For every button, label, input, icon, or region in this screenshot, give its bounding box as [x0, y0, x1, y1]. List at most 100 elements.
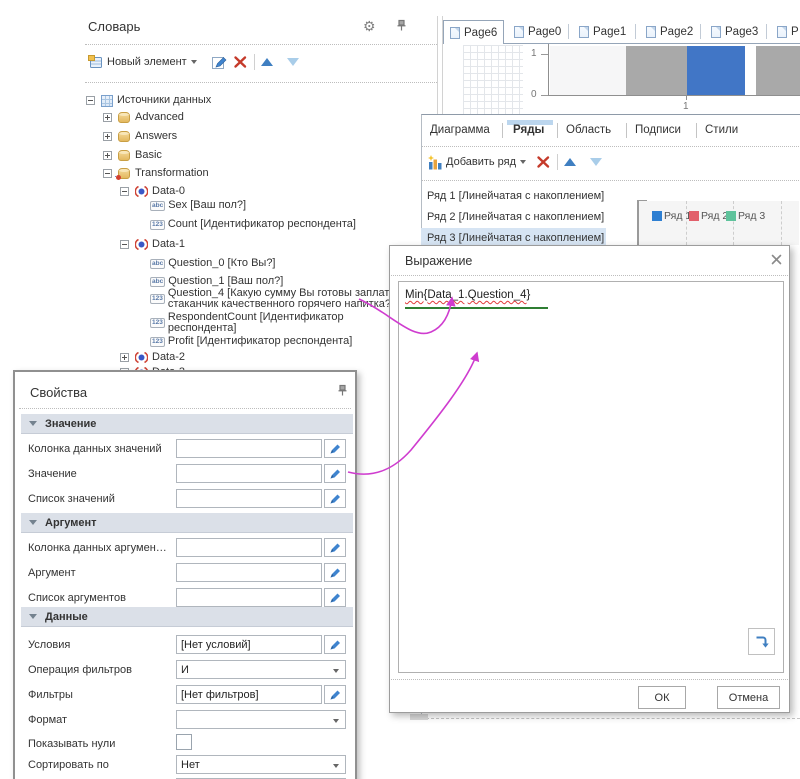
argument-input[interactable] — [176, 563, 322, 582]
database-icon — [118, 112, 130, 123]
tab-page0[interactable]: Page0 — [508, 20, 567, 43]
collapse-icon[interactable] — [103, 169, 112, 178]
value-list-input[interactable] — [176, 489, 322, 508]
tab-diagram[interactable]: Диаграмма — [430, 124, 490, 136]
new-element-icon — [88, 55, 103, 69]
tree-item-sex[interactable]: Sex [Ваш пол?] — [150, 198, 246, 213]
tree-item-transformation[interactable]: Transformation — [118, 166, 209, 181]
sort-by-select[interactable]: Нет — [176, 755, 346, 774]
tree-item-data0[interactable]: Data-0 — [135, 184, 185, 199]
conditions-input[interactable]: [Нет условий] — [176, 635, 322, 654]
legend-item: Ряд 1 — [652, 210, 691, 222]
tab-labels[interactable]: Подписи — [635, 124, 681, 136]
section-header-label: Данные — [45, 611, 88, 623]
chart-fragment[interactable]: 1 0 1 — [525, 44, 800, 114]
edit-expression-button[interactable] — [324, 685, 346, 704]
section-header-value[interactable]: Значение — [21, 414, 353, 434]
prop-label: Показывать нули — [28, 738, 115, 750]
collapse-icon[interactable] — [120, 187, 129, 196]
divider — [19, 408, 351, 409]
tab-styles[interactable]: Стили — [705, 124, 738, 136]
tree-item-basic[interactable]: Basic — [118, 148, 162, 163]
scrollbar-thumb[interactable] — [410, 714, 428, 720]
edit-expression-button[interactable] — [324, 489, 346, 508]
legend-item: Ряд 3 — [726, 210, 765, 222]
tab-series[interactable]: Ряды — [513, 124, 544, 136]
series-list-item[interactable]: Ряд 2 [Линейчатая с накоплением] — [421, 207, 606, 227]
prop-label: Формат — [28, 714, 67, 726]
tree-item-data-sources[interactable]: Источники данных — [101, 93, 211, 108]
tree-item-respondentcount[interactable]: RespondentCount [Идентификатор респонден… — [150, 311, 383, 335]
delete-button[interactable] — [233, 55, 248, 69]
legend-label: Ряд 1 — [664, 210, 691, 222]
filters-input[interactable]: [Нет фильтров] — [176, 685, 322, 704]
section-header-argument[interactable]: Аргумент — [21, 513, 353, 533]
divider — [85, 82, 437, 83]
divider — [391, 275, 788, 276]
tab-separator — [700, 24, 701, 39]
tab-page3[interactable]: Page3 — [705, 20, 764, 43]
tab-page-next[interactable]: P — [771, 20, 800, 43]
format-select[interactable] — [176, 710, 346, 729]
edit-expression-button[interactable] — [324, 563, 346, 582]
number-column-icon — [150, 318, 165, 328]
section-header-data[interactable]: Данные — [21, 607, 353, 627]
tree-item-answers[interactable]: Answers — [118, 129, 177, 144]
collapse-icon[interactable] — [86, 96, 95, 105]
tab-page1[interactable]: Page1 — [573, 20, 632, 43]
ok-button[interactable]: ОК — [638, 686, 686, 709]
tab-separator — [557, 123, 558, 138]
properties-panel-title: Свойства — [30, 385, 87, 400]
show-zeros-checkbox[interactable] — [176, 734, 192, 750]
edit-expression-button[interactable] — [324, 635, 346, 654]
argument-list-input[interactable] — [176, 588, 322, 607]
gear-icon[interactable]: ⚙ — [363, 18, 376, 35]
expand-icon[interactable] — [103, 151, 112, 160]
expand-icon[interactable] — [103, 132, 112, 141]
tree-item-data1[interactable]: Data-1 — [135, 237, 185, 252]
pin-icon[interactable] — [336, 384, 349, 397]
string-column-icon — [150, 201, 165, 211]
cancel-button[interactable]: Отмена — [717, 686, 780, 709]
tree-item-data2[interactable]: Data-2 — [135, 350, 185, 365]
collapse-icon[interactable] — [120, 240, 129, 249]
move-up-button[interactable] — [261, 58, 273, 66]
tree-item-advanced[interactable]: Advanced — [118, 110, 184, 125]
edit-expression-button[interactable] — [324, 439, 346, 458]
close-icon[interactable] — [771, 254, 782, 265]
edit-button[interactable] — [211, 55, 227, 70]
delete-series-button[interactable] — [536, 155, 551, 169]
value-data-column-input[interactable] — [176, 439, 322, 458]
legend-swatch — [726, 211, 736, 221]
expression-textarea[interactable]: Min{Data_1.Question_4} — [398, 281, 784, 673]
tree-item-count[interactable]: Count [Идентификатор респондента] — [150, 217, 356, 232]
tab-separator — [696, 123, 697, 138]
y-tick — [541, 95, 548, 96]
tab-area[interactable]: Область — [566, 124, 611, 136]
pin-icon[interactable] — [395, 19, 408, 32]
tab-page2[interactable]: Page2 — [640, 20, 699, 43]
insert-expression-button[interactable] — [748, 628, 775, 655]
legend-label: Ряд 3 — [738, 210, 765, 222]
data-relation-icon — [135, 186, 148, 197]
argument-data-column-input[interactable] — [176, 538, 322, 557]
move-down-button[interactable] — [287, 58, 299, 66]
expand-icon[interactable] — [120, 353, 129, 362]
preview-gridline — [686, 201, 687, 245]
y-tick — [541, 54, 548, 55]
tree-item-profit[interactable]: Profit [Идентификатор респондента] — [150, 334, 352, 349]
expand-icon[interactable] — [103, 113, 112, 122]
edit-expression-button[interactable] — [324, 538, 346, 557]
data-relation-icon — [135, 352, 148, 363]
tab-page6[interactable]: Page6 — [443, 20, 504, 44]
value-input[interactable] — [176, 464, 322, 483]
series-list-item[interactable]: Ряд 1 [Линейчатая с накоплением] — [421, 186, 606, 206]
new-element-button[interactable]: Новый элемент — [88, 55, 197, 69]
filter-operation-select[interactable]: И — [176, 660, 346, 679]
move-series-down-button[interactable] — [590, 158, 602, 166]
edit-expression-button[interactable] — [324, 464, 346, 483]
move-series-up-button[interactable] — [564, 158, 576, 166]
edit-expression-button[interactable] — [324, 588, 346, 607]
tree-item-question0[interactable]: Question_0 [Кто Вы?] — [150, 256, 276, 271]
add-series-button[interactable]: Добавить ряд — [428, 155, 526, 170]
